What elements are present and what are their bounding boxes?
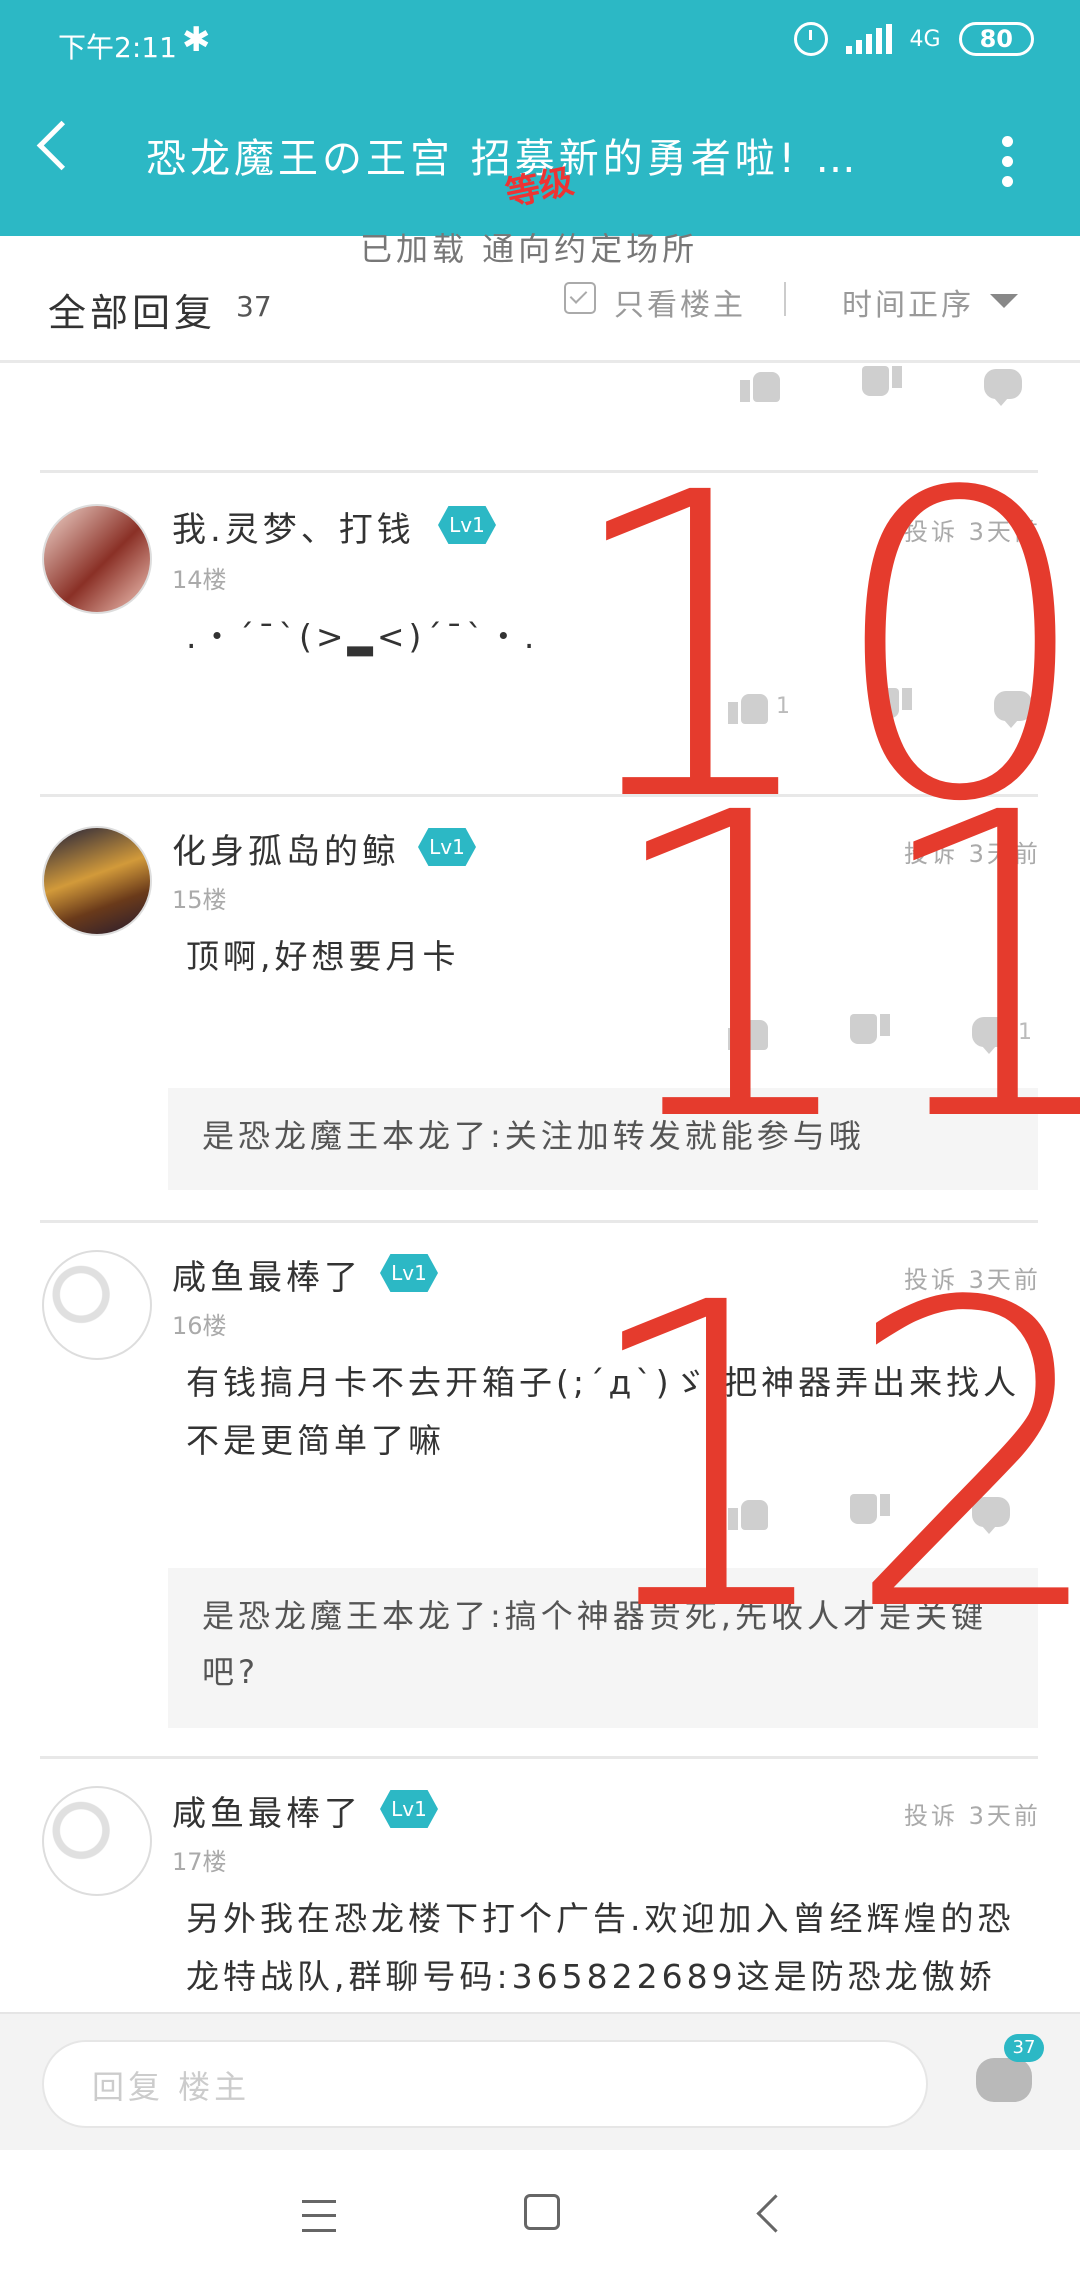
reply-preview[interactable]: 是恐龙魔王本龙了:关注加转发就能参与哦 [168, 1088, 1038, 1190]
signal-icon [845, 24, 892, 54]
post-text: 另外我在恐龙楼下打个广告.欢迎加入曾经辉煌的恐龙特战队,群聊号码:3658226… [186, 1899, 1015, 1996]
comment-icon[interactable] [994, 691, 1032, 728]
report-link[interactable]: 投诉 [904, 1802, 958, 1830]
post-text: 有钱搞月卡不去开箱子(;´д`)ゞ,把神器弄出来找人不是更简单了嘛 [186, 1363, 1021, 1460]
only-op-checkbox[interactable] [564, 282, 596, 314]
system-nav-bar [0, 2150, 1080, 2280]
dropdown-arrow-icon[interactable] [990, 294, 1018, 308]
post-time: 3天前 [968, 1266, 1041, 1294]
divider [40, 794, 1038, 797]
like-icon[interactable] [728, 1494, 768, 1530]
username[interactable]: 化身孤岛的鲸 [172, 824, 400, 873]
avatar[interactable] [42, 1786, 152, 1896]
previous-post-actions [740, 366, 1022, 406]
comment-group[interactable]: 1 [972, 1017, 1032, 1054]
alarm-icon [793, 22, 828, 56]
reply-preview[interactable]: 是恐龙魔王本龙了:搞个神器贵死,先收人才是关键吧? [168, 1568, 1038, 1728]
home-icon[interactable] [524, 2194, 560, 2230]
status-right: 4G 80 [793, 22, 1034, 56]
back-icon[interactable] [756, 2194, 795, 2233]
like-icon[interactable] [728, 1014, 768, 1050]
report-time: 投诉 3天前 [904, 1796, 1041, 1831]
avatar[interactable] [42, 504, 152, 614]
network-label: 4G [909, 26, 941, 52]
back-arrow-icon[interactable] [36, 120, 87, 171]
report-link[interactable]: 投诉 [904, 1266, 958, 1294]
battery-icon: 80 [958, 22, 1034, 56]
only-op-label[interactable]: 只看楼主 [614, 280, 746, 324]
like-group[interactable]: 1 [728, 688, 790, 724]
report-link[interactable]: 投诉 [904, 840, 958, 868]
divider [40, 470, 1038, 473]
post-text: 顶啊,好想要月卡 [186, 937, 460, 976]
menu-icon[interactable] [302, 2200, 336, 2232]
floor-number: 17楼 [172, 1848, 227, 1876]
level-badge: Lv1 [418, 828, 476, 866]
level-badge: Lv1 [380, 1790, 438, 1828]
post-actions: 1 [728, 1014, 1032, 1054]
avatar[interactable] [42, 826, 152, 936]
comments-button[interactable]: 37 [976, 2034, 1044, 2106]
bluetooth-icon: ✱ [182, 20, 211, 60]
post-actions [728, 1494, 1010, 1534]
status-bar: 下午2:11 ✱ 4G 80 [0, 0, 1080, 88]
reply-input[interactable]: 回复 楼主 [42, 2040, 928, 2128]
dislike-icon[interactable] [862, 366, 902, 402]
username[interactable]: 咸鱼最棒了 [172, 1786, 362, 1835]
post-time: 3天前 [968, 840, 1041, 868]
dislike-icon[interactable] [850, 1494, 890, 1530]
sort-dropdown[interactable]: 时间正序 [842, 280, 974, 324]
reply-bar: 回复 楼主 37 [0, 2012, 1080, 2152]
username[interactable]: 咸鱼最棒了 [172, 1250, 362, 1299]
status-time: 下午2:11 [58, 31, 177, 64]
post-time: 3天前 [968, 1802, 1041, 1830]
like-icon[interactable] [740, 366, 780, 402]
comment-icon[interactable] [972, 1017, 1010, 1054]
post-actions: 1 [728, 688, 1032, 728]
reply-count: 37 [236, 290, 272, 323]
filter-bar: 全部回复 37 只看楼主 时间正序 [0, 262, 1080, 363]
dislike-icon[interactable] [850, 1014, 890, 1050]
comment-count-badge: 37 [1004, 2034, 1044, 2062]
divider [40, 1220, 1038, 1223]
like-icon[interactable] [728, 688, 768, 724]
floor-number: 16楼 [172, 1312, 227, 1340]
like-count: 1 [776, 693, 790, 719]
report-time: 投诉 3天前 [904, 512, 1041, 547]
comment-count: 1 [1018, 1019, 1032, 1045]
post-time: 3天前 [968, 518, 1041, 546]
level-badge: Lv1 [438, 506, 496, 544]
username[interactable]: 我.灵梦、打钱 [172, 502, 415, 551]
floor-number: 14楼 [172, 566, 227, 594]
floor-number: 15楼 [172, 886, 227, 914]
post-text: .・´¯`(>▂<)´¯`・. [186, 617, 539, 656]
report-time: 投诉 3天前 [904, 1260, 1041, 1295]
filter-divider [784, 282, 786, 316]
all-replies-label: 全部回复 [48, 291, 217, 335]
report-link[interactable]: 投诉 [904, 518, 958, 546]
avatar[interactable] [42, 1250, 152, 1360]
divider [40, 1756, 1038, 1759]
comment-icon[interactable] [972, 1497, 1010, 1534]
dislike-icon[interactable] [872, 688, 912, 724]
comment-icon[interactable] [976, 2058, 1032, 2102]
comment-icon[interactable] [984, 369, 1022, 406]
more-options-icon[interactable] [1002, 136, 1013, 196]
report-time: 投诉 3天前 [904, 834, 1041, 869]
level-badge: Lv1 [380, 1254, 438, 1292]
